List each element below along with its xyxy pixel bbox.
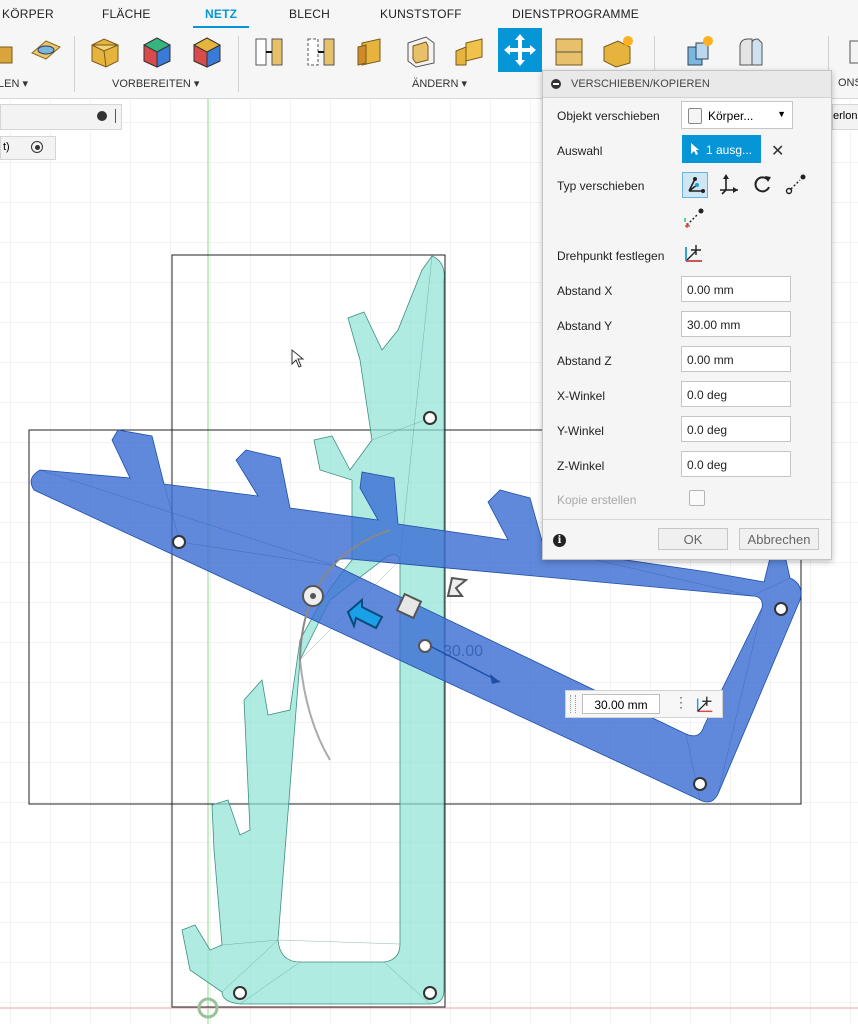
ok-button[interactable]: OK [658, 528, 728, 550]
create-copy-checkbox[interactable] [689, 490, 705, 506]
object-move-label: Objekt verschieben [557, 109, 660, 123]
more-options-icon[interactable]: ⋮ [674, 694, 688, 711]
combine-face-groups-icon[interactable] [190, 33, 224, 69]
distance-y-label: Abstand Y [557, 319, 613, 333]
group-label-create[interactable]: LEN ▾ [0, 77, 28, 90]
pivot-label: Drehpunkt festlegen [557, 249, 665, 263]
distance-x-label: Abstand X [557, 284, 613, 298]
dialog-title: VERSCHIEBEN/KOPIEREN [571, 78, 710, 90]
move-arrows-icon [504, 34, 536, 66]
tab-netz[interactable]: NETZ [205, 7, 237, 21]
clear-selection-icon[interactable]: ✕ [771, 141, 784, 161]
cancel-button[interactable]: Abbrechen [739, 528, 819, 550]
group-label-prepare[interactable]: VORBEREITEN ▾ [112, 77, 199, 90]
origin-point-icon[interactable] [418, 639, 432, 653]
angle-y-label: Y-Winkel [557, 424, 604, 438]
move-copy-button[interactable] [498, 28, 542, 72]
distance-z-input[interactable]: 0.00 mm [681, 346, 791, 372]
right-panel-strip[interactable]: erlon [832, 104, 858, 130]
divider [74, 36, 75, 92]
create-copy-label: Kopie erstellen [557, 493, 637, 507]
mesh-section-icon[interactable] [734, 33, 768, 69]
distance-mini-toolbar: 30.00 mm ⋮ [565, 690, 723, 718]
angle-x-input[interactable]: 0.0 deg [681, 381, 791, 407]
tab-koerper[interactable]: KÖRPER [2, 7, 54, 21]
tab-flaeche[interactable]: FLÄCHE [102, 7, 151, 21]
combine-icon[interactable] [452, 33, 486, 69]
move-type-point-to-position-icon[interactable] [682, 206, 708, 232]
info-icon[interactable]: i [553, 534, 566, 547]
selection-value: 1 ausg... [706, 143, 753, 157]
ribbon-tab-bar: KÖRPER FLÄCHE NETZ BLECH KUNSTSTOFF DIEN… [0, 0, 858, 29]
distance-z-label: Abstand Z [557, 354, 612, 368]
group-label-modify[interactable]: ÄNDERN ▾ [412, 77, 467, 90]
generate-face-groups-icon[interactable] [140, 33, 174, 69]
object-move-select[interactable]: Körper... ▼ [681, 101, 793, 129]
mini-distance-input[interactable]: 30.00 mm [582, 694, 660, 714]
convert-mesh-icon[interactable] [600, 33, 634, 69]
body-icon [688, 108, 702, 124]
inspect-icon[interactable] [846, 33, 858, 69]
divider [115, 109, 116, 123]
browser-item-label: t) [3, 141, 10, 153]
distance-x-input[interactable]: 0.00 mm [681, 276, 791, 302]
angle-z-label: Z-Winkel [557, 459, 605, 473]
collapse-icon[interactable] [97, 111, 107, 121]
repair-mesh-icon[interactable] [88, 33, 122, 69]
move-copy-dialog: VERSCHIEBEN/KOPIEREN Objekt verschieben … [542, 70, 832, 560]
tab-dienstprogramme[interactable]: DIENSTPROGRAMME [512, 7, 639, 21]
move-type-label: Typ verschieben [557, 179, 645, 193]
move-type-translate-icon[interactable] [716, 172, 742, 198]
mesh-form-icon[interactable] [28, 33, 62, 69]
right-panel-label: erlon [833, 110, 858, 122]
shell-icon[interactable] [404, 33, 438, 69]
reduce-icon[interactable] [304, 33, 338, 69]
plane-cut-icon[interactable] [354, 33, 388, 69]
browser-panel-header[interactable] [0, 104, 122, 130]
drag-value-label: 30.00 [443, 643, 484, 660]
radio-target-icon[interactable] [31, 141, 43, 153]
angle-y-input[interactable]: 0.0 deg [681, 416, 791, 442]
tab-kunststoff[interactable]: KUNSTSTOFF [380, 7, 462, 21]
remesh-icon[interactable] [252, 33, 286, 69]
selection-label: Auswahl [557, 144, 603, 158]
divider [238, 36, 239, 92]
dialog-collapse-icon[interactable] [551, 79, 561, 89]
angle-x-label: X-Winkel [557, 389, 606, 403]
move-type-free-icon[interactable] [682, 172, 708, 198]
group-label-inspect[interactable]: ONST [838, 77, 858, 89]
cursor-arrow-icon [691, 143, 699, 155]
chevron-down-icon: ▼ [777, 109, 786, 119]
mesh-section-sketch-icon[interactable] [682, 33, 716, 69]
move-type-point-to-point-icon[interactable] [784, 172, 810, 198]
object-move-value: Körper... [708, 109, 754, 123]
move-type-rotate-icon[interactable] [750, 172, 776, 198]
tessellate-icon[interactable] [0, 33, 20, 69]
set-pivot-icon[interactable] [682, 241, 708, 267]
browser-item[interactable]: t) [0, 136, 56, 160]
selection-button[interactable]: 1 ausg... [682, 135, 761, 163]
tab-blech[interactable]: BLECH [289, 7, 330, 21]
angle-z-input[interactable]: 0.0 deg [681, 451, 791, 477]
distance-y-input[interactable]: 30.00 mm [681, 311, 791, 337]
dialog-footer: i OK Abbrechen [543, 519, 831, 560]
set-pivot-icon[interactable] [694, 693, 716, 715]
align-icon[interactable] [552, 33, 586, 69]
dialog-header[interactable]: VERSCHIEBEN/KOPIEREN [543, 71, 831, 98]
drag-grip-icon[interactable] [570, 695, 576, 713]
